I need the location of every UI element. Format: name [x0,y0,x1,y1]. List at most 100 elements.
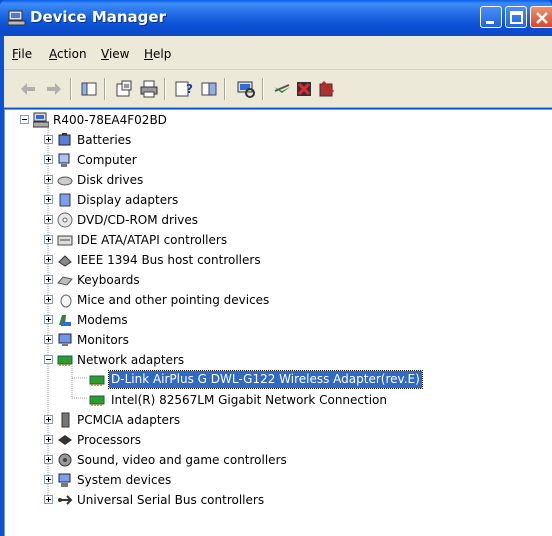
pcmcia-icon [57,412,73,428]
keyboard-icon [57,272,73,288]
disable-icon[interactable] [317,79,337,99]
network-adapter-icon [89,392,105,408]
category-label: Monitors [77,333,129,347]
category-label: Modems [77,313,128,327]
tree-category-row[interactable]: Monitors [5,331,552,351]
toolbar: ? [4,70,552,108]
network-adapter-item[interactable]: D-Link AirPlus G DWL-G122 Wireless Adapt… [5,370,552,391]
expand-toggle[interactable] [44,175,53,184]
battery-icon [57,132,73,148]
uninstall-icon[interactable] [294,79,314,99]
device-manager-icon [7,9,26,27]
tree-category-row[interactable]: System devices [5,471,552,491]
category-label: Batteries [77,133,132,147]
monitor-icon [57,332,73,348]
show-hide-icon[interactable] [199,79,219,99]
window-title: Device Manager [30,8,166,26]
category-label: Keyboards [77,273,140,287]
category-label: Computer [77,153,137,167]
help-icon[interactable]: ? [174,79,194,99]
expand-toggle[interactable] [44,135,53,144]
collapse-toggle[interactable] [44,355,53,364]
tree-category-row[interactable]: Modems [5,311,552,331]
tree-category-row[interactable]: IEEE 1394 Bus host controllers [5,251,552,271]
expand-toggle[interactable] [44,215,53,224]
category-label: IEEE 1394 Bus host controllers [77,253,261,267]
expand-toggle[interactable] [44,195,53,204]
collapse-toggle[interactable] [20,115,29,124]
network-adapter-icon [57,352,73,368]
expand-toggle[interactable] [44,295,53,304]
expand-toggle[interactable] [44,275,53,284]
tree-category-row[interactable]: Display adapters [5,191,552,211]
processor-icon [57,432,73,448]
maximize-button[interactable] [505,6,527,28]
selected-device-label: D-Link AirPlus G DWL-G122 Wireless Adapt… [108,370,423,389]
expand-toggle[interactable] [44,495,53,504]
tree-category-row[interactable]: Mice and other pointing devices [5,291,552,311]
toolbar-separator [262,78,264,100]
display-adapter-icon [57,192,73,208]
svg-text:?: ? [186,82,193,96]
category-label: Display adapters [77,193,179,207]
menu-help[interactable]: Help [144,47,171,61]
usb-icon [57,492,73,508]
tree-category-row[interactable]: Keyboards [5,271,552,291]
system-device-icon [57,472,73,488]
tree-category-row[interactable]: IDE ATA/ATAPI controllers [5,231,552,251]
expand-toggle[interactable] [44,315,53,324]
toolbar-separator [224,78,226,100]
device-tree[interactable]: R400-78EA4F02BD Batteries Computer Disk dr… [4,109,552,536]
expand-toggle[interactable] [44,435,53,444]
expand-toggle[interactable] [44,155,53,164]
tree-root-node[interactable]: R400-78EA4F02BD [5,111,552,131]
menu-action[interactable]: Action [49,47,87,61]
tree-category-row[interactable]: Network adapters [5,351,552,371]
category-label: Mice and other pointing devices [77,293,270,307]
sound-icon [57,452,73,468]
menu-file[interactable]: File [12,47,32,61]
properties-icon[interactable] [114,79,134,99]
toolbar-separator [164,78,166,100]
expand-toggle[interactable] [44,235,53,244]
mouse-icon [57,292,73,308]
category-label: Disk drives [77,173,144,187]
category-label: Sound, video and game controllers [77,453,287,467]
device-manager-window: Device Manager File Action View Help ? R… [0,0,552,536]
menu-bar: File Action View Help [4,36,552,70]
expand-toggle[interactable] [44,455,53,464]
tree-category-row[interactable]: Universal Serial Bus controllers [5,491,552,511]
tree-category-row[interactable]: Processors [5,431,552,451]
print-icon[interactable] [139,79,159,99]
toolbar-separator [104,78,106,100]
tree-category-row[interactable]: DVD/CD-ROM drives [5,211,552,231]
computer-icon [57,152,73,168]
ieee1394-icon [57,252,73,268]
minimize-button[interactable] [480,6,502,28]
category-label: Network adapters [77,353,185,367]
network-adapter-item[interactable]: Intel(R) 82567LM Gigabit Network Connect… [5,391,552,411]
title-bar[interactable]: Device Manager [0,0,552,36]
forward-icon[interactable] [44,79,64,99]
expand-toggle[interactable] [44,335,53,344]
category-label: System devices [77,473,172,487]
scan-hardware-icon[interactable] [236,79,256,99]
expand-toggle[interactable] [44,475,53,484]
expand-toggle[interactable] [44,415,53,424]
menu-view[interactable]: View [101,47,129,61]
tree-category-row[interactable]: PCMCIA adapters [5,411,552,431]
category-label: IDE ATA/ATAPI controllers [77,233,228,247]
tree-category-row[interactable]: Sound, video and game controllers [5,451,552,471]
device-label: Intel(R) 82567LM Gigabit Network Connect… [111,393,387,407]
console-tree-icon[interactable] [79,79,99,99]
update-driver-icon[interactable] [272,79,292,99]
back-icon[interactable] [18,79,38,99]
tree-category-row[interactable]: Batteries [5,131,552,151]
expand-toggle[interactable] [44,255,53,264]
tree-category-row[interactable]: Disk drives [5,171,552,191]
close-button[interactable] [530,6,552,28]
tree-category-row[interactable]: Computer [5,151,552,171]
dvd-drive-icon [57,212,73,228]
category-label: Universal Serial Bus controllers [77,493,265,507]
root-node-label: R400-78EA4F02BD [53,113,167,127]
